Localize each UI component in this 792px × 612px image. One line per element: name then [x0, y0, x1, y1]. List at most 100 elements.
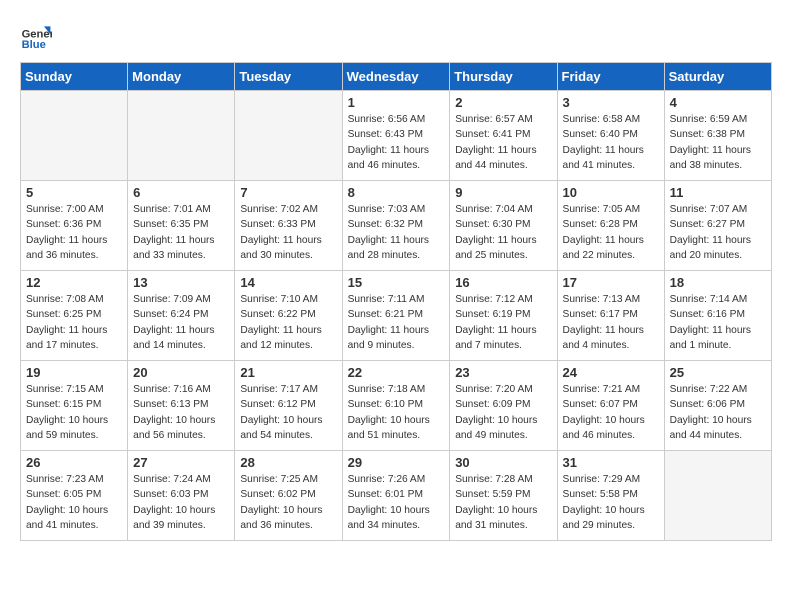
day-info: Sunrise: 7:12 AM Sunset: 6:19 PM Dayligh…	[455, 292, 551, 353]
day-number: 29	[348, 455, 445, 470]
day-info: Sunrise: 7:01 AM Sunset: 6:35 PM Dayligh…	[133, 202, 229, 263]
day-number: 27	[133, 455, 229, 470]
svg-text:Blue: Blue	[22, 39, 46, 51]
day-cell-15: 15 Sunrise: 7:11 AM Sunset: 6:21 PM Dayli…	[342, 271, 450, 361]
day-number: 26	[26, 455, 122, 470]
day-info: Sunrise: 7:10 AM Sunset: 6:22 PM Dayligh…	[240, 292, 336, 353]
day-number: 11	[670, 185, 766, 200]
day-info: Sunrise: 7:04 AM Sunset: 6:30 PM Dayligh…	[455, 202, 551, 263]
day-info: Sunrise: 7:00 AM Sunset: 6:36 PM Dayligh…	[26, 202, 122, 263]
day-number: 12	[26, 275, 122, 290]
day-cell-9: 9 Sunrise: 7:04 AM Sunset: 6:30 PM Daylig…	[450, 181, 557, 271]
day-cell-25: 25 Sunrise: 7:22 AM Sunset: 6:06 PM Dayli…	[664, 361, 771, 451]
column-header-tuesday: Tuesday	[235, 63, 342, 91]
day-cell-27: 27 Sunrise: 7:24 AM Sunset: 6:03 PM Dayli…	[128, 451, 235, 541]
day-number: 16	[455, 275, 551, 290]
day-info: Sunrise: 6:56 AM Sunset: 6:43 PM Dayligh…	[348, 112, 445, 173]
day-cell-13: 13Sunrise: 7:09 AM Sunset: 6:24 PM Dayli…	[128, 271, 235, 361]
day-info: Sunrise: 6:57 AM Sunset: 6:41 PM Dayligh…	[455, 112, 551, 173]
day-cell-16: 16 Sunrise: 7:12 AM Sunset: 6:19 PM Dayli…	[450, 271, 557, 361]
column-header-monday: Monday	[128, 63, 235, 91]
day-info: Sunrise: 7:17 AM Sunset: 6:12 PM Dayligh…	[240, 382, 336, 443]
calendar-header-row: SundayMondayTuesdayWednesdayThursdayFrid…	[21, 63, 772, 91]
day-info: Sunrise: 7:18 AM Sunset: 6:10 PM Dayligh…	[348, 382, 445, 443]
day-info: Sunrise: 7:25 AM Sunset: 6:02 PM Dayligh…	[240, 472, 336, 533]
day-cell-20: 20 Sunrise: 7:16 AM Sunset: 6:13 PM Dayli…	[128, 361, 235, 451]
column-header-saturday: Saturday	[664, 63, 771, 91]
day-cell-26: 26 Sunrise: 7:23 AM Sunset: 6:05 PM Dayli…	[21, 451, 128, 541]
day-cell-30: 30 Sunrise: 7:28 AM Sunset: 5:59 PM Dayli…	[450, 451, 557, 541]
day-number: 7	[240, 185, 336, 200]
day-cell-11: 11 Sunrise: 7:07 AM Sunset: 6:27 PM Dayli…	[664, 181, 771, 271]
day-number: 2	[455, 95, 551, 110]
logo: General Blue	[20, 20, 52, 52]
day-number: 17	[563, 275, 659, 290]
day-info: Sunrise: 7:15 AM Sunset: 6:15 PM Dayligh…	[26, 382, 122, 443]
day-cell-28: 28 Sunrise: 7:25 AM Sunset: 6:02 PM Dayli…	[235, 451, 342, 541]
day-number: 20	[133, 365, 229, 380]
day-cell-3: 3 Sunrise: 6:58 AM Sunset: 6:40 PM Daylig…	[557, 91, 664, 181]
day-cell-31: 31Sunrise: 7:29 AM Sunset: 5:58 PM Dayli…	[557, 451, 664, 541]
day-cell-18: 18 Sunrise: 7:14 AM Sunset: 6:16 PM Dayli…	[664, 271, 771, 361]
day-cell-12: 12 Sunrise: 7:08 AM Sunset: 6:25 PM Dayli…	[21, 271, 128, 361]
day-number: 8	[348, 185, 445, 200]
day-cell-4: 4 Sunrise: 6:59 AM Sunset: 6:38 PM Daylig…	[664, 91, 771, 181]
day-cell-23: 23 Sunrise: 7:20 AM Sunset: 6:09 PM Dayli…	[450, 361, 557, 451]
day-info: Sunrise: 6:58 AM Sunset: 6:40 PM Dayligh…	[563, 112, 659, 173]
calendar-week-2: 5Sunrise: 7:00 AM Sunset: 6:36 PM Daylig…	[21, 181, 772, 271]
day-info: Sunrise: 7:07 AM Sunset: 6:27 PM Dayligh…	[670, 202, 766, 263]
day-info: Sunrise: 6:59 AM Sunset: 6:38 PM Dayligh…	[670, 112, 766, 173]
day-info: Sunrise: 7:24 AM Sunset: 6:03 PM Dayligh…	[133, 472, 229, 533]
day-info: Sunrise: 7:26 AM Sunset: 6:01 PM Dayligh…	[348, 472, 445, 533]
day-number: 10	[563, 185, 659, 200]
day-number: 21	[240, 365, 336, 380]
empty-cell	[128, 91, 235, 181]
day-number: 24	[563, 365, 659, 380]
day-number: 19	[26, 365, 122, 380]
column-header-sunday: Sunday	[21, 63, 128, 91]
column-header-friday: Friday	[557, 63, 664, 91]
page-header: General Blue	[20, 20, 772, 52]
day-cell-2: 2 Sunrise: 6:57 AM Sunset: 6:41 PM Daylig…	[450, 91, 557, 181]
column-header-thursday: Thursday	[450, 63, 557, 91]
day-number: 3	[563, 95, 659, 110]
day-number: 25	[670, 365, 766, 380]
day-info: Sunrise: 7:22 AM Sunset: 6:06 PM Dayligh…	[670, 382, 766, 443]
day-cell-8: 8Sunrise: 7:03 AM Sunset: 6:32 PM Daylig…	[342, 181, 450, 271]
column-header-wednesday: Wednesday	[342, 63, 450, 91]
calendar-week-4: 19 Sunrise: 7:15 AM Sunset: 6:15 PM Dayli…	[21, 361, 772, 451]
day-number: 6	[133, 185, 229, 200]
day-number: 30	[455, 455, 551, 470]
calendar-table: SundayMondayTuesdayWednesdayThursdayFrid…	[20, 62, 772, 541]
day-cell-10: 10 Sunrise: 7:05 AM Sunset: 6:28 PM Dayli…	[557, 181, 664, 271]
day-cell-29: 29 Sunrise: 7:26 AM Sunset: 6:01 PM Dayli…	[342, 451, 450, 541]
day-info: Sunrise: 7:16 AM Sunset: 6:13 PM Dayligh…	[133, 382, 229, 443]
day-info: Sunrise: 7:23 AM Sunset: 6:05 PM Dayligh…	[26, 472, 122, 533]
empty-cell	[235, 91, 342, 181]
calendar-week-5: 26 Sunrise: 7:23 AM Sunset: 6:05 PM Dayli…	[21, 451, 772, 541]
day-number: 4	[670, 95, 766, 110]
day-number: 31	[563, 455, 659, 470]
day-info: Sunrise: 7:11 AM Sunset: 6:21 PM Dayligh…	[348, 292, 445, 353]
day-number: 9	[455, 185, 551, 200]
day-number: 28	[240, 455, 336, 470]
day-number: 14	[240, 275, 336, 290]
day-cell-14: 14 Sunrise: 7:10 AM Sunset: 6:22 PM Dayli…	[235, 271, 342, 361]
day-number: 15	[348, 275, 445, 290]
day-info: Sunrise: 7:09 AM Sunset: 6:24 PM Dayligh…	[133, 292, 229, 353]
day-info: Sunrise: 7:21 AM Sunset: 6:07 PM Dayligh…	[563, 382, 659, 443]
day-info: Sunrise: 7:20 AM Sunset: 6:09 PM Dayligh…	[455, 382, 551, 443]
day-number: 23	[455, 365, 551, 380]
day-info: Sunrise: 7:28 AM Sunset: 5:59 PM Dayligh…	[455, 472, 551, 533]
day-number: 18	[670, 275, 766, 290]
day-cell-1: 1Sunrise: 6:56 AM Sunset: 6:43 PM Daylig…	[342, 91, 450, 181]
day-info: Sunrise: 7:05 AM Sunset: 6:28 PM Dayligh…	[563, 202, 659, 263]
day-cell-19: 19 Sunrise: 7:15 AM Sunset: 6:15 PM Dayli…	[21, 361, 128, 451]
day-info: Sunrise: 7:02 AM Sunset: 6:33 PM Dayligh…	[240, 202, 336, 263]
day-cell-17: 17Sunrise: 7:13 AM Sunset: 6:17 PM Dayli…	[557, 271, 664, 361]
day-info: Sunrise: 7:14 AM Sunset: 6:16 PM Dayligh…	[670, 292, 766, 353]
day-cell-21: 21 Sunrise: 7:17 AM Sunset: 6:12 PM Dayli…	[235, 361, 342, 451]
empty-cell	[21, 91, 128, 181]
day-number: 22	[348, 365, 445, 380]
day-info: Sunrise: 7:08 AM Sunset: 6:25 PM Dayligh…	[26, 292, 122, 353]
